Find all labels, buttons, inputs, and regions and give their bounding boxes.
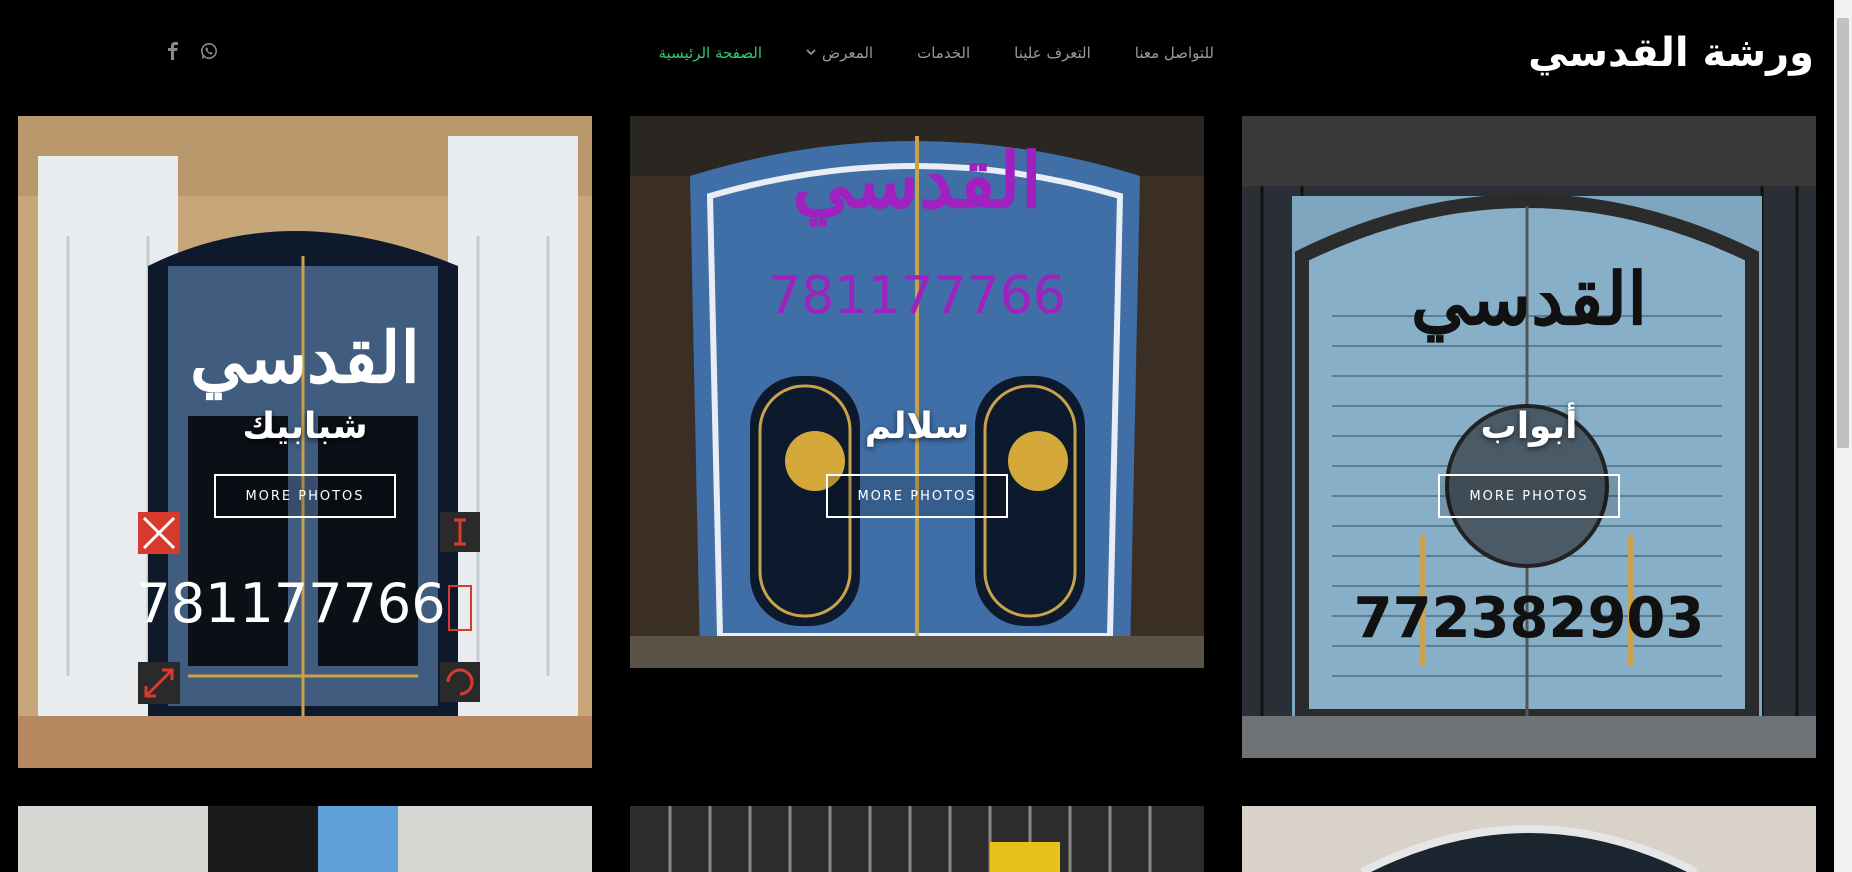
gallery-card-row2-middle[interactable] bbox=[630, 806, 1204, 872]
nav-item-about[interactable]: التعرف علينا bbox=[1014, 44, 1091, 62]
brand-watermark: القدسي bbox=[792, 136, 1042, 225]
nav-item-home[interactable]: الصفحة الرئيسية bbox=[659, 44, 763, 62]
nav-item-label: الخدمات bbox=[917, 44, 971, 62]
scrollbar-thumb[interactable] bbox=[1837, 18, 1849, 448]
nav-item-label: للتواصل معنا bbox=[1134, 44, 1214, 62]
nav-item-label: الصفحة الرئيسية bbox=[658, 44, 763, 62]
brand-watermark: القدسي bbox=[1410, 256, 1648, 341]
nav-item-services[interactable]: الخدمات bbox=[917, 44, 970, 62]
card-title: أبواب bbox=[1480, 406, 1578, 447]
nav-item-label: المعرض bbox=[822, 44, 874, 62]
whatsapp-icon[interactable] bbox=[200, 42, 218, 60]
nav-item-gallery[interactable]: المعرض bbox=[806, 44, 873, 62]
card-title: سلالم bbox=[864, 406, 970, 447]
phone-number: 781177766 bbox=[136, 572, 446, 635]
nav-item-contact[interactable]: للتواصل معنا bbox=[1135, 44, 1214, 62]
facebook-icon[interactable] bbox=[164, 42, 182, 60]
row2-middle-photo bbox=[630, 806, 1204, 872]
more-photos-button[interactable]: MORE PHOTOS bbox=[1438, 474, 1620, 518]
gallery-card-row2-left[interactable] bbox=[18, 806, 592, 872]
row2-right-photo bbox=[1242, 806, 1816, 872]
gallery-card-doors[interactable]: القدسي 772382903 أبواب MORE PHOTOS bbox=[1242, 116, 1816, 758]
row2-left-photo bbox=[18, 806, 592, 872]
phone-number: 781177766 bbox=[768, 266, 1066, 326]
gallery-card-windows[interactable]: القدسي 781177766 شبابيك MORE PHOTOS bbox=[18, 116, 592, 768]
brand-watermark: القدسي bbox=[190, 316, 420, 399]
site-header: ورشة القدسي الصفحة الرئيسية المعرض الخدم… bbox=[0, 0, 1834, 110]
phone-number: 772382903 bbox=[1353, 586, 1705, 651]
chevron-down-icon bbox=[806, 47, 816, 60]
social-links bbox=[164, 42, 218, 60]
page-scrollbar[interactable] bbox=[1834, 0, 1852, 872]
gallery-card-row2-right[interactable] bbox=[1242, 806, 1816, 872]
main-nav: الصفحة الرئيسية المعرض الخدمات التعرف عل… bbox=[615, 44, 1214, 62]
gallery-card-stairs[interactable]: القدسي 781177766 سلالم MORE PHOTOS bbox=[630, 116, 1204, 668]
more-photos-button[interactable]: MORE PHOTOS bbox=[826, 474, 1008, 518]
site-title[interactable]: ورشة القدسي bbox=[1528, 30, 1814, 76]
card-title: شبابيك bbox=[242, 406, 368, 447]
nav-item-label: التعرف علينا bbox=[1014, 44, 1091, 62]
more-photos-button[interactable]: MORE PHOTOS bbox=[214, 474, 396, 518]
